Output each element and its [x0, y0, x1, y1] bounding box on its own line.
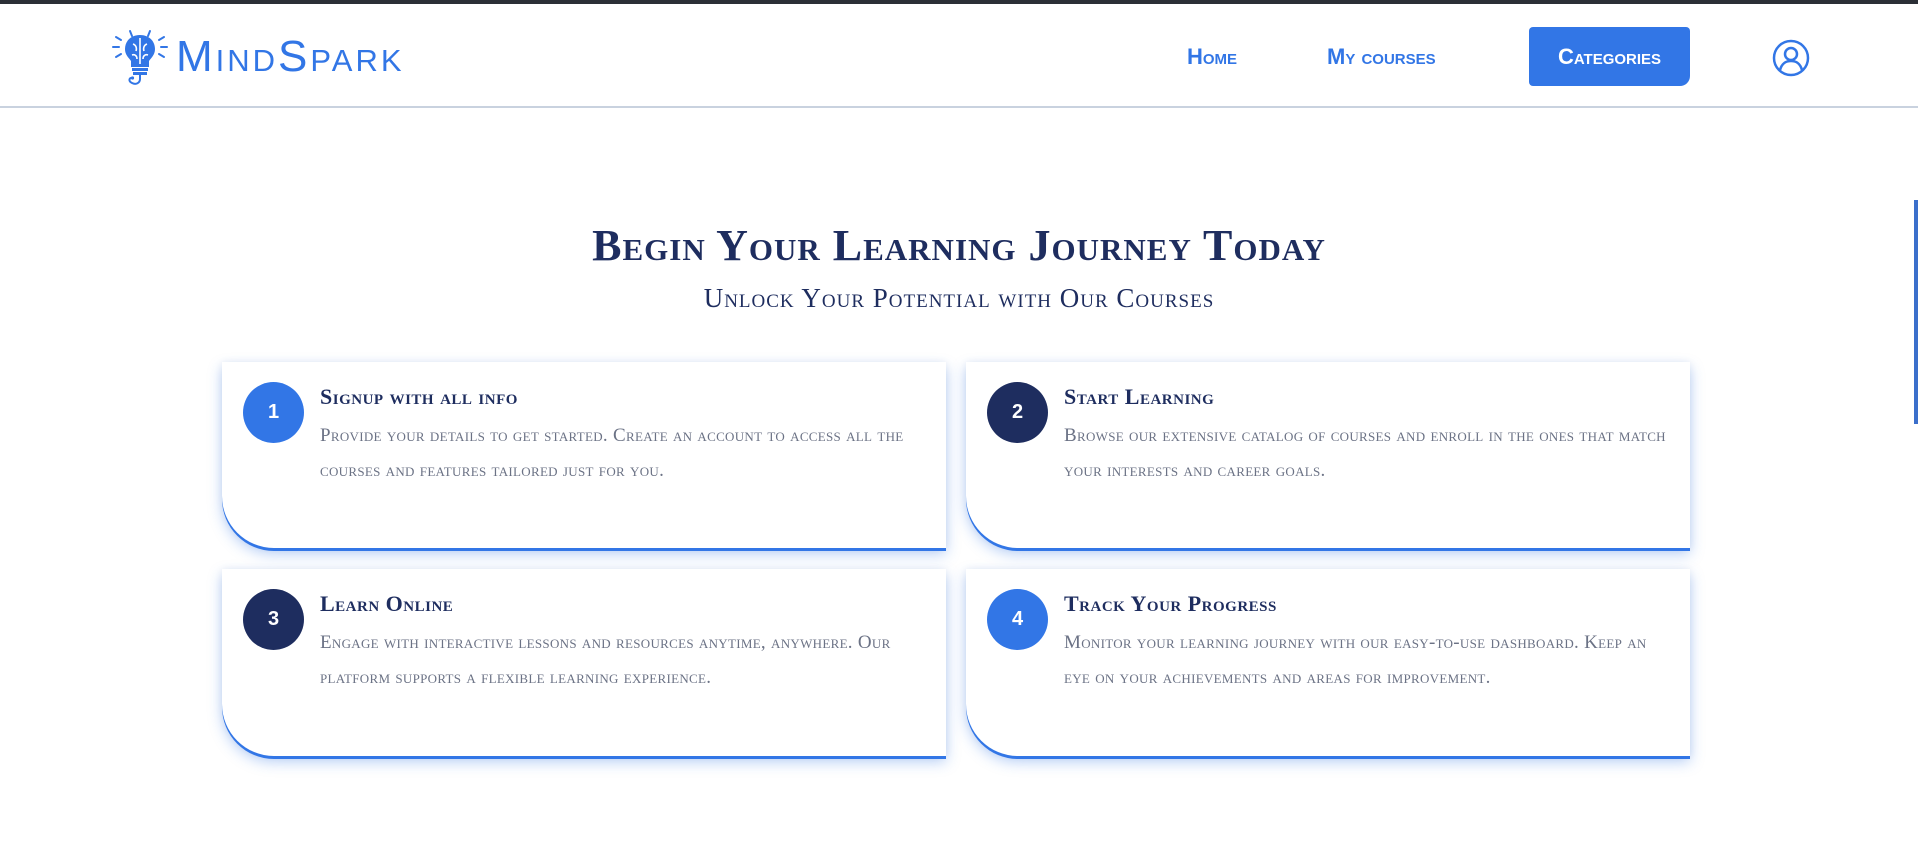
step-description: Monitor your learning journey with our e… [1064, 632, 1647, 688]
brand-name: MindSpark [176, 32, 405, 81]
step-card-3: 3 Learn Online Engage with interactive l… [222, 569, 946, 756]
step-title: Start Learning [1064, 384, 1215, 409]
step-card-1: 1 Signup with all info Provide your deta… [222, 362, 946, 548]
step-title: Track Your Progress [1064, 591, 1277, 616]
section-subtitle: Unlock Your Potential with Our Courses [703, 283, 1215, 313]
nav-my-courses-link[interactable]: My courses [1327, 44, 1436, 70]
section-title: Begin Your Learning Journey Today [592, 221, 1326, 270]
step-number-badge: 2 [987, 382, 1048, 443]
nav-home-link[interactable]: Home [1187, 44, 1237, 70]
step-description: Provide your details to get started. Cre… [320, 425, 904, 481]
step-title: Learn Online [320, 591, 454, 616]
user-profile-button[interactable] [1772, 39, 1810, 77]
step-card-2: 2 Start Learning Browse our extensive ca… [966, 362, 1690, 548]
step-title: Signup with all info [320, 384, 518, 409]
brand-logo[interactable]: MindSpark [110, 26, 405, 88]
step-card-4: 4 Track Your Progress Monitor your learn… [966, 569, 1690, 756]
page: MindSpark Home My courses Categories Beg… [0, 0, 1918, 868]
step-number-badge: 3 [243, 589, 304, 650]
lightbulb-brain-icon [112, 30, 168, 85]
nav-categories-button[interactable]: Categories [1529, 27, 1690, 86]
user-circle-icon [1772, 39, 1810, 77]
step-number-badge: 1 [243, 382, 304, 443]
step-number-badge: 4 [987, 589, 1048, 650]
navbar: MindSpark Home My courses Categories [0, 4, 1918, 108]
step-description: Engage with interactive lessons and reso… [320, 632, 891, 688]
step-description: Browse our extensive catalog of courses … [1064, 425, 1666, 481]
